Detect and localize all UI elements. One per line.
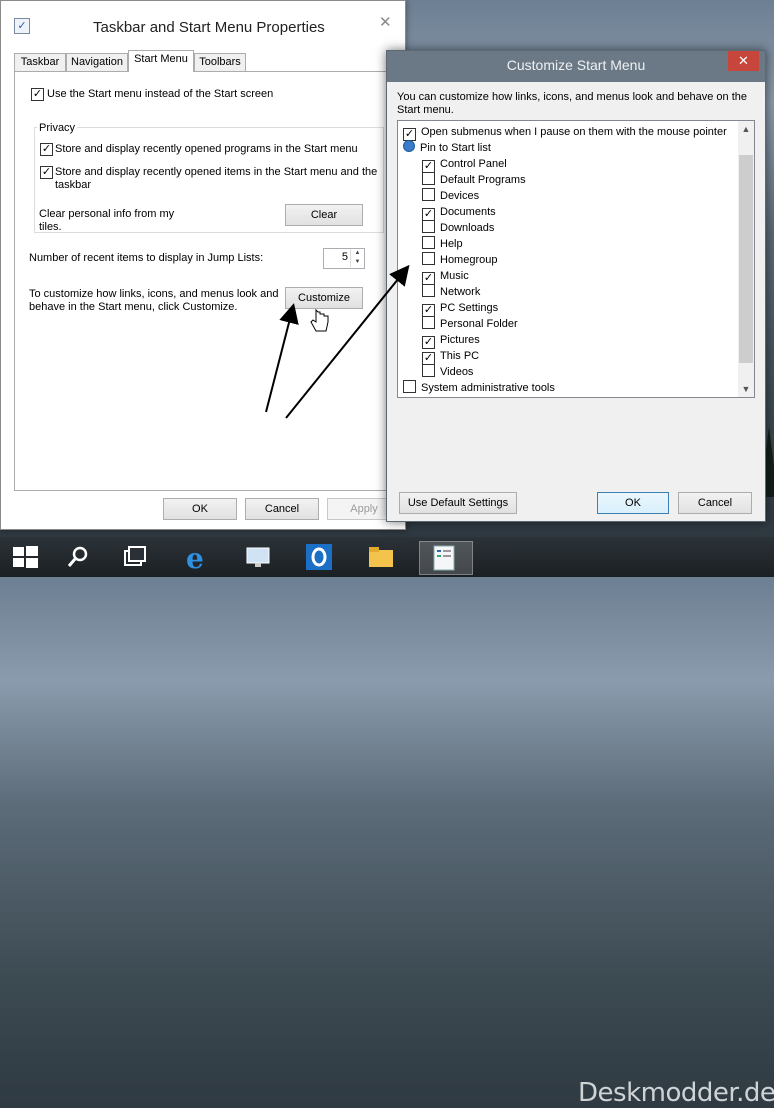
dialog-close-button[interactable]: ✕ [728, 51, 759, 71]
clear-info-label: Clear personal info from my tiles. [39, 208, 175, 233]
list-item[interactable]: Personal Folder [422, 316, 518, 332]
customize-button[interactable]: Customize [285, 287, 363, 309]
use-default-settings-button[interactable]: Use Default Settings [399, 492, 517, 514]
control-panel-icon[interactable] [419, 541, 473, 575]
svg-text:e: e [186, 542, 204, 573]
jump-lists-spinner[interactable]: 5 ▲ ▼ [323, 248, 365, 269]
taskbar: e Deskmodder.de [0, 537, 774, 1108]
list-item-label: Downloads [440, 222, 495, 234]
start-menu-tab-panel: ✓ Use the Start menu instead of the Star… [14, 71, 394, 491]
list-item[interactable]: ✓ This PC [422, 348, 480, 365]
store-programs-label: Store and display recently opened progra… [55, 143, 358, 155]
list-item-checkbox[interactable] [422, 172, 435, 185]
list-item-label: Devices [440, 190, 480, 202]
dialog-description: You can customize how links, icons, and … [397, 91, 747, 116]
list-item-label: Videos [440, 366, 474, 378]
list-item[interactable]: Downloads [422, 220, 494, 236]
list-item[interactable]: ✓ PC Settings [422, 300, 499, 317]
list-item[interactable]: Videos [422, 364, 473, 380]
close-icon[interactable]: ✕ [379, 13, 392, 31]
use-start-menu-label: Use the Start menu instead of the Start … [47, 88, 274, 100]
window-title: Taskbar and Start Menu Properties [93, 19, 325, 36]
list-item-label: Documents [440, 206, 496, 218]
list-scrollbar[interactable]: ▲ ▼ [738, 121, 754, 397]
list-item[interactable]: Homegroup [422, 252, 497, 268]
list-item-label: Pin to Start list [420, 142, 491, 154]
windows-start-icon[interactable] [9, 541, 41, 573]
store-programs-checkbox[interactable]: ✓ [40, 143, 53, 156]
list-item-label: Default Programs [440, 174, 526, 186]
task-view-icon[interactable] [119, 541, 151, 573]
title-bar: ✓ Taskbar and Start Menu Properties ✕ [1, 1, 405, 43]
tab-navigation[interactable]: Navigation [66, 53, 128, 71]
spinner-down-icon[interactable]: ▼ [350, 258, 364, 267]
properties-app-icon: ✓ [14, 18, 30, 34]
list-item[interactable]: ✓ Documents [422, 204, 496, 221]
list-item[interactable]: ✓ Open submenus when I pause on them with… [403, 124, 727, 141]
list-item-label: Control Panel [440, 158, 507, 170]
list-item-label: Open submenus when I pause on them with … [421, 126, 727, 138]
pin-icon [403, 140, 415, 152]
internet-explorer-icon[interactable]: e [180, 541, 212, 575]
list-item[interactable]: System administrative tools [403, 380, 555, 396]
cancel-button[interactable]: Cancel [245, 498, 319, 520]
tab-toolbars[interactable]: Toolbars [194, 53, 246, 71]
list-item[interactable]: Help [422, 236, 463, 252]
customize-description: To customize how links, icons, and menus… [29, 288, 279, 313]
dialog-cancel-button[interactable]: Cancel [678, 492, 752, 514]
customize-start-menu-dialog: Customize Start Menu ✕ You can customize… [386, 50, 766, 522]
list-item-checkbox[interactable] [422, 364, 435, 377]
ok-button[interactable]: OK [163, 498, 237, 520]
list-item-checkbox[interactable] [422, 316, 435, 329]
list-item-checkbox[interactable] [422, 220, 435, 233]
list-item-label: Homegroup [440, 254, 498, 266]
list-item-checkbox[interactable] [422, 236, 435, 249]
jump-lists-label: Number of recent items to display in Jum… [29, 252, 264, 264]
list-item[interactable]: ✓ Control Panel [422, 156, 507, 173]
list-item[interactable]: Devices [422, 188, 479, 204]
privacy-title: Privacy [37, 122, 78, 135]
tab-start-menu[interactable]: Start Menu [128, 50, 194, 72]
list-item-label: System administrative tools [421, 382, 555, 394]
list-item-label: PC Settings [440, 302, 499, 314]
use-start-menu-checkbox[interactable]: ✓ [31, 88, 44, 101]
scroll-down-icon[interactable]: ▼ [738, 381, 754, 397]
remote-desktop-icon[interactable] [242, 541, 274, 573]
file-explorer-icon[interactable] [365, 541, 397, 573]
list-item-label: Help [440, 238, 463, 250]
taskbar-properties-window: ✓ Taskbar and Start Menu Properties ✕ Ta… [0, 0, 406, 530]
list-item-checkbox[interactable] [403, 380, 416, 393]
list-item-label: Network [440, 286, 481, 298]
list-item[interactable]: Default Programs [422, 172, 526, 188]
store-items-label: Store and display recently opened items … [55, 166, 378, 191]
list-item-label: Music [440, 270, 469, 282]
list-item-label: Personal Folder [440, 318, 518, 330]
list-item-label: Pictures [440, 334, 480, 346]
tab-taskbar[interactable]: Taskbar [14, 53, 66, 71]
jump-lists-value: 5 [341, 251, 348, 263]
outlook-icon[interactable] [303, 541, 335, 573]
clear-button[interactable]: Clear [285, 204, 363, 226]
dialog-title: Customize Start Menu [506, 57, 646, 73]
list-item-checkbox[interactable] [422, 284, 435, 297]
list-item-checkbox[interactable] [422, 188, 435, 201]
list-item[interactable]: ✓ Music [422, 268, 469, 285]
list-item-label: This PC [440, 350, 480, 362]
store-items-checkbox[interactable]: ✓ [40, 166, 53, 179]
spinner-up-icon[interactable]: ▲ [350, 249, 364, 258]
scroll-up-icon[interactable]: ▲ [738, 121, 754, 137]
start-menu-options-list[interactable]: ✓ Open submenus when I pause on them with… [397, 120, 755, 398]
dialog-ok-button[interactable]: OK [597, 492, 669, 514]
scroll-thumb[interactable] [739, 155, 753, 363]
search-icon[interactable] [62, 541, 94, 573]
watermark: Deskmodder.de [578, 1078, 774, 1108]
list-item[interactable]: Network [422, 284, 480, 300]
list-item-checkbox[interactable] [422, 252, 435, 265]
pin-to-start-header: Pin to Start list [403, 140, 491, 156]
list-item[interactable]: ✓ Pictures [422, 332, 480, 349]
dialog-title-bar: Customize Start Menu ✕ [387, 51, 765, 82]
